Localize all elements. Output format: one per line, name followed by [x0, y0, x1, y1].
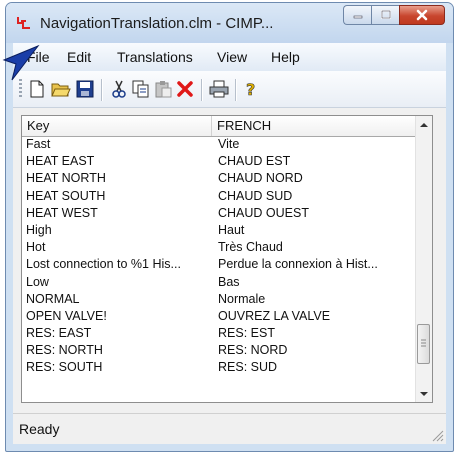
scroll-up-button[interactable]	[416, 116, 432, 133]
svg-text:?: ?	[246, 80, 255, 98]
scroll-up-icon	[420, 122, 428, 127]
cell-key: Fast	[26, 137, 51, 151]
toolbar: ?	[13, 71, 446, 108]
resize-grip-icon[interactable]	[430, 428, 444, 442]
table-row[interactable]: HEAT EAST CHAUD EST	[22, 153, 417, 170]
table-row[interactable]: HEAT SOUTH CHAUD SUD	[22, 188, 417, 205]
cell-french: OUVREZ LA VALVE	[218, 308, 331, 323]
cell-french: RES: SUD	[218, 360, 278, 375]
column-header-key[interactable]: Key	[22, 116, 212, 136]
close-icon	[416, 9, 428, 21]
scroll-down-icon	[420, 391, 428, 396]
new-file-icon	[30, 80, 44, 98]
toolbar-separator	[101, 79, 103, 101]
copy-icon	[132, 80, 149, 98]
cell-french: RES: NORD	[218, 343, 288, 358]
table-row[interactable]: RES: EAST RES: EST	[22, 325, 417, 342]
delete-icon	[177, 81, 193, 97]
menu-translations[interactable]: Translations	[117, 49, 193, 65]
table-row[interactable]: RES: SOUTH RES: SUD	[22, 359, 417, 376]
window-title: NavigationTranslation.clm - CIMP...	[40, 15, 274, 32]
cell-key: RES: SOUTH	[26, 360, 103, 375]
cell-french: Vite	[218, 137, 240, 151]
minimize-icon	[353, 15, 362, 19]
table-body: Fast Vite HEAT EAST CHAUD EST HEAT NORTH CHAU…	[22, 136, 417, 377]
cell-key: High	[26, 222, 52, 237]
new-button[interactable]	[27, 79, 47, 99]
menu-help[interactable]: Help	[271, 49, 300, 65]
close-button[interactable]	[399, 5, 445, 25]
cut-button[interactable]	[109, 79, 129, 99]
app-window: NavigationTranslation.clm - CIMP... File…	[5, 2, 454, 452]
menu-bar: File Edit Translations View Help	[13, 43, 446, 71]
maximize-icon	[380, 10, 391, 19]
cell-french: Perdue la connexion à Hist...	[218, 257, 378, 272]
app-icon	[17, 17, 30, 29]
paste-icon	[155, 81, 172, 98]
cell-french: CHAUD SUD	[218, 188, 293, 203]
vertical-scrollbar[interactable]	[415, 116, 432, 402]
save-button[interactable]	[75, 79, 95, 99]
thumb-grip-icon	[421, 339, 426, 347]
caption-buttons	[343, 5, 445, 27]
menu-edit[interactable]: Edit	[67, 49, 91, 65]
paste-button[interactable]	[153, 79, 173, 99]
status-bar: Ready	[13, 413, 446, 444]
table-row[interactable]: Fast Vite	[22, 136, 417, 153]
cell-french: Bas	[218, 274, 240, 289]
translation-table[interactable]: Key FRENCH Fast Vite HEAT EAST CHAUD EST HEA…	[21, 115, 433, 403]
maximize-button[interactable]	[371, 5, 399, 25]
table-row[interactable]: Lost connection to %1 His... Perdue la co…	[22, 256, 417, 273]
toolbar-separator	[201, 79, 203, 101]
column-header-french[interactable]: FRENCH	[212, 116, 417, 136]
delete-button[interactable]	[175, 79, 195, 99]
cell-french: Très Chaud	[218, 240, 283, 255]
toolbar-grip[interactable]	[19, 79, 22, 99]
table-row[interactable]: High Haut	[22, 222, 417, 239]
table-header: Key FRENCH	[22, 116, 417, 137]
cell-key: RES: EAST	[26, 326, 92, 341]
scrollbar-thumb[interactable]	[417, 324, 430, 364]
cell-french: CHAUD OUEST	[218, 205, 309, 220]
print-icon	[209, 80, 229, 98]
status-text: Ready	[19, 421, 60, 437]
open-folder-icon	[51, 83, 71, 97]
table-row[interactable]: NORMAL Normale	[22, 291, 417, 308]
save-icon	[76, 80, 94, 98]
cell-french: Normale	[218, 291, 266, 306]
cell-french: Haut	[218, 222, 245, 237]
help-button[interactable]: ?	[241, 79, 261, 99]
cell-key: HEAT SOUTH	[26, 188, 106, 203]
table-row[interactable]: HEAT NORTH CHAUD NORD	[22, 170, 417, 187]
cell-french: CHAUD NORD	[218, 171, 303, 186]
scroll-down-button[interactable]	[416, 385, 432, 402]
client-area: File Edit Translations View Help ? Key F…	[13, 43, 446, 444]
title-bar[interactable]: NavigationTranslation.clm - CIMP...	[6, 3, 453, 43]
cell-key: Lost connection to %1 His...	[26, 257, 181, 272]
help-icon: ?	[246, 80, 256, 98]
cell-key: HEAT EAST	[26, 154, 95, 169]
menu-view[interactable]: View	[217, 49, 247, 65]
table-row[interactable]: Low Bas	[22, 274, 417, 291]
cell-key: NORMAL	[26, 291, 80, 306]
toolbar-separator	[235, 79, 237, 101]
cell-french: RES: EST	[218, 326, 275, 341]
copy-button[interactable]	[131, 79, 151, 99]
cell-key: RES: NORTH	[26, 343, 103, 358]
minimize-button[interactable]	[343, 5, 371, 25]
cell-french: CHAUD EST	[218, 154, 291, 169]
cell-key: HEAT WEST	[26, 205, 98, 220]
table-row[interactable]: RES: NORTH RES: NORD	[22, 342, 417, 359]
open-button[interactable]	[51, 79, 71, 99]
cell-key: HEAT NORTH	[26, 171, 106, 186]
table-row[interactable]: OPEN VALVE! OUVREZ LA VALVE	[22, 308, 417, 325]
mouse-pointer-icon	[2, 44, 40, 81]
print-button[interactable]	[209, 79, 229, 99]
table-row[interactable]: HEAT WEST CHAUD OUEST	[22, 205, 417, 222]
cell-key: Low	[26, 274, 49, 289]
cell-key: Hot	[26, 240, 46, 255]
cell-key: OPEN VALVE!	[26, 308, 107, 323]
table-row[interactable]: Hot Très Chaud	[22, 239, 417, 256]
cut-icon	[112, 80, 126, 98]
